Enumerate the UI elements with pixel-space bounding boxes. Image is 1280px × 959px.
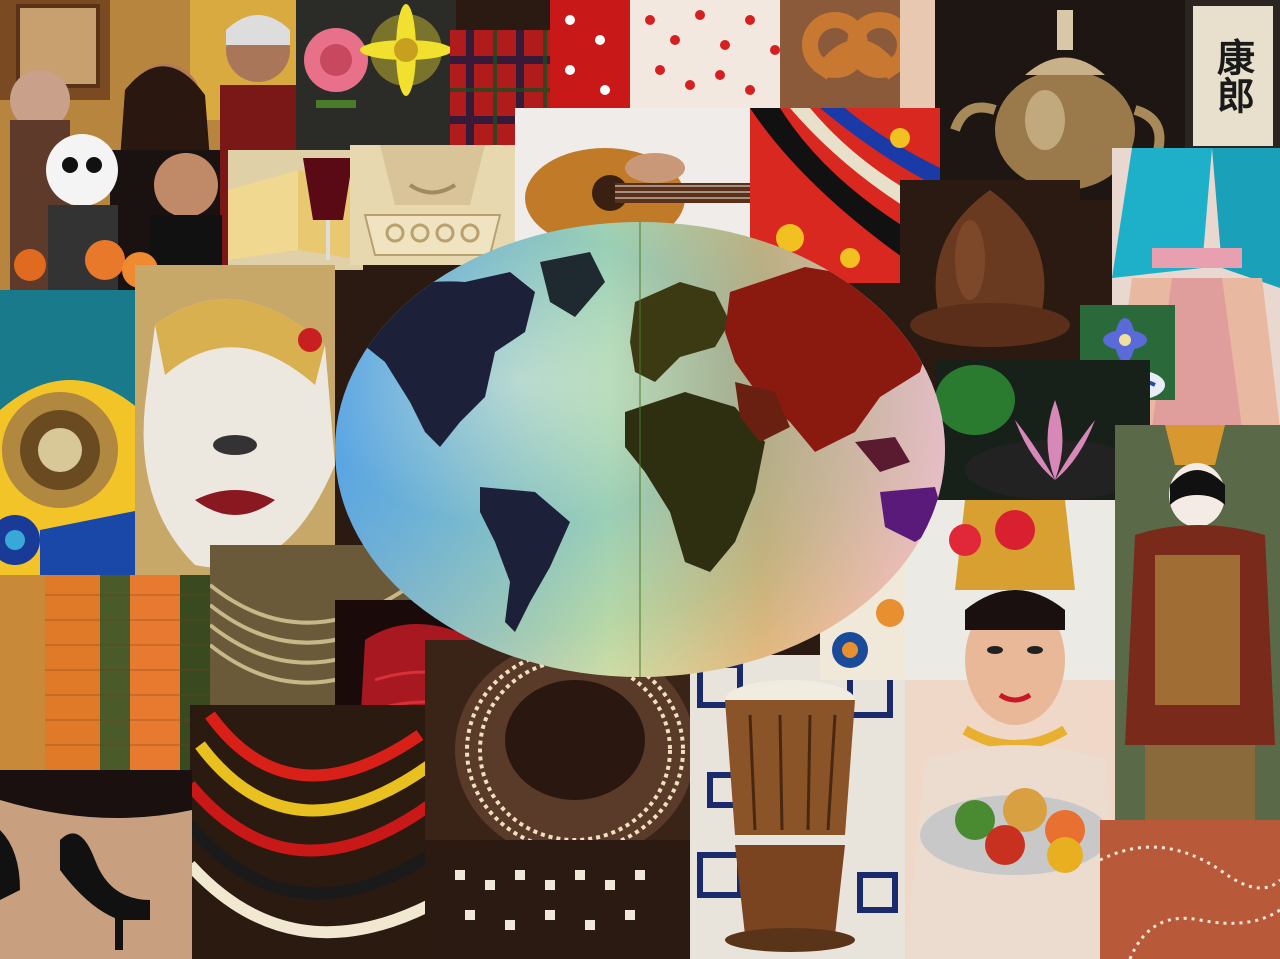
calligraphy-text: 康郎	[1210, 38, 1256, 114]
calligraphy-sign: 康郎	[1193, 6, 1273, 146]
drum-tile	[690, 655, 905, 959]
tango-shoes-tile	[0, 770, 192, 959]
feather-headdress-tile	[0, 290, 140, 580]
woven-textiles-tile	[0, 575, 215, 770]
south-america-landmass	[480, 487, 570, 632]
greenland-landmass	[540, 252, 605, 317]
se-asia-islands	[855, 437, 910, 472]
australia-landmass	[880, 487, 945, 542]
world-globe	[335, 222, 945, 677]
terracotta-pattern-tile	[1100, 820, 1280, 959]
puppet-figure-tile	[1115, 425, 1280, 820]
beaded-necklaces-tile	[190, 705, 430, 959]
african-mask-tile	[425, 640, 695, 959]
collage: 康郎	[0, 0, 1280, 959]
calligraphy-sign-tile: 康郎	[1185, 0, 1280, 150]
flowers-tile	[296, 0, 456, 150]
north-america-landmass	[355, 272, 535, 447]
pretzel-tile	[780, 0, 940, 110]
polka-dress-tile	[550, 0, 790, 110]
europe-landmass	[630, 282, 730, 382]
